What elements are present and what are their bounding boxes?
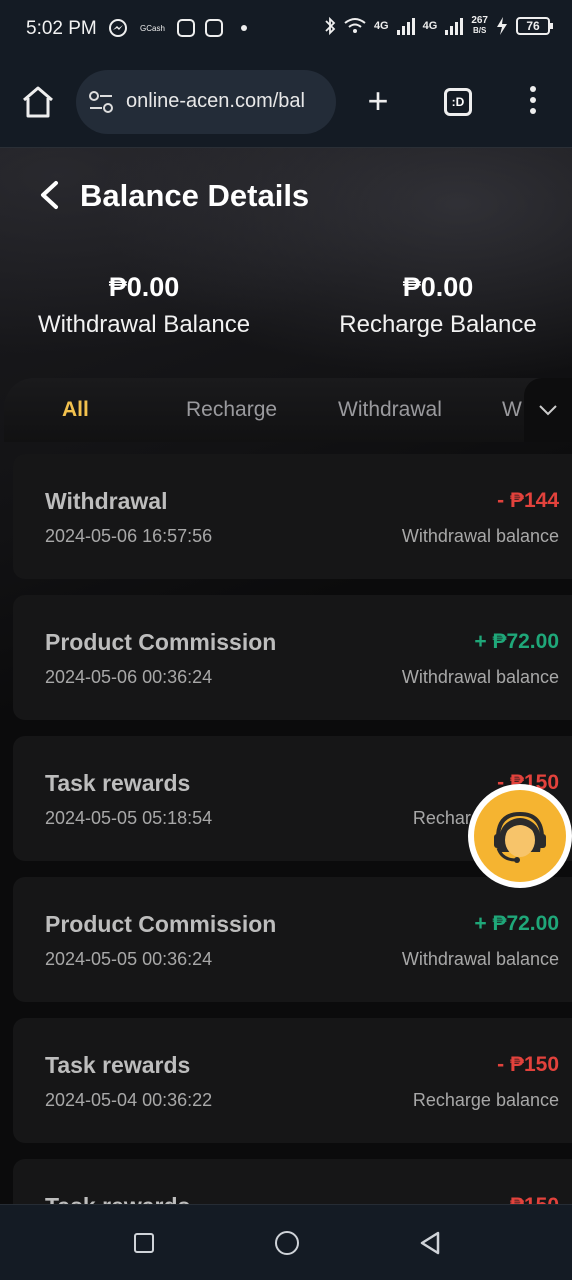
recharge-balance-amount: ₱0.00 — [402, 272, 474, 302]
transaction-date: 2024-05-05 05:18:54 — [45, 808, 213, 828]
headset-agent-icon — [494, 811, 546, 863]
transaction-amount: + ₱72.00 — [474, 912, 559, 935]
transaction-balance-type: Withdrawal balance — [401, 526, 559, 546]
site-settings-icon[interactable] — [88, 90, 114, 114]
messenger-icon — [109, 19, 127, 37]
transaction-title: Task rewards — [45, 770, 191, 796]
bluetooth-icon — [325, 16, 336, 36]
browser-menu-button[interactable] — [526, 86, 540, 118]
transaction-title: Product Commission — [45, 911, 277, 937]
customer-support-button[interactable] — [468, 784, 572, 888]
transaction-amount: - ₱150 — [497, 1053, 559, 1076]
transaction-amount: - ₱150 — [497, 1194, 559, 1204]
filter-tabs: All Recharge Withdrawal W — [4, 378, 572, 442]
tab-switcher-button[interactable]: :D — [444, 88, 472, 116]
net-speed: 267 B/S — [471, 15, 488, 36]
network-type-1: 4G — [373, 20, 389, 32]
transaction-date: 2024-05-04 00:36:22 — [45, 1090, 213, 1110]
wifi-icon — [344, 18, 366, 33]
signal-icon — [396, 17, 415, 35]
transaction-balance-type: Withdrawal balance — [401, 667, 559, 687]
recent-apps-button[interactable] — [134, 1233, 154, 1253]
transaction-date: 2024-05-05 00:36:24 — [45, 949, 213, 969]
status-bar: 5:02 PM GCash 4G 4G 267 B/S 76 — [0, 0, 572, 58]
withdrawal-balance-label: Withdrawal Balance — [37, 311, 251, 338]
system-icons: 4G 4G 267 B/S 76 — [324, 15, 553, 36]
transaction-balance-type: Recharge balance — [412, 1090, 559, 1110]
withdrawal-balance: ₱0.00 Withdrawal Balance — [14, 272, 274, 339]
transaction-row[interactable]: Task rewards - ₱150 — [13, 1159, 572, 1204]
instagram-icon-2 — [204, 19, 223, 37]
notification-icons: GCash — [108, 18, 247, 38]
browser-toolbar: online-acen.com/bal + :D — [0, 58, 572, 148]
gcash-icon: GCash — [140, 23, 165, 33]
transaction-title: Product Commission — [45, 629, 277, 655]
tab-all[interactable]: All — [62, 398, 89, 422]
transaction-title: Task rewards — [45, 1052, 191, 1078]
transaction-date: 2024-05-06 00:36:24 — [45, 667, 213, 687]
tabs-expand-button[interactable] — [524, 378, 572, 442]
page-title: Balance Details — [80, 178, 310, 213]
transaction-amount: - ₱144 — [497, 489, 559, 512]
transaction-row[interactable]: Task rewards 2024-05-04 00:36:22 - ₱150 … — [13, 1018, 572, 1143]
address-bar[interactable]: online-acen.com/bal — [76, 70, 336, 134]
signal-icon-2 — [445, 17, 464, 35]
tab-withdrawal[interactable]: Withdrawal — [338, 398, 442, 422]
back-triangle-icon[interactable] — [418, 1230, 442, 1256]
recharge-balance: ₱0.00 Recharge Balance — [308, 272, 568, 339]
transaction-amount: + ₱72.00 — [474, 630, 559, 653]
transaction-title: Task rewards — [45, 1193, 190, 1204]
more-notifications-dot — [240, 25, 247, 31]
transaction-balance-type: Withdrawal balance — [401, 949, 559, 969]
chevron-left-icon[interactable] — [36, 180, 62, 210]
status-time: 5:02 PM — [26, 18, 97, 39]
withdrawal-balance-amount: ₱0.00 — [108, 272, 180, 302]
new-tab-button[interactable]: + — [362, 82, 394, 122]
instagram-icon — [176, 19, 195, 37]
battery-icon: 76 — [516, 17, 553, 35]
balance-details-page: Balance Details ₱0.00 Withdrawal Balance… — [0, 148, 572, 1204]
home-button[interactable] — [275, 1231, 299, 1255]
network-type-2: 4G — [422, 20, 438, 32]
transaction-row[interactable]: Product Commission 2024-05-06 00:36:24 +… — [13, 595, 572, 720]
chevron-down-icon — [539, 405, 557, 416]
support-button-face — [474, 790, 566, 882]
tab-more-partial[interactable]: W — [502, 398, 522, 422]
charging-icon — [497, 17, 507, 35]
url-text: online-acen.com/bal — [126, 90, 305, 112]
tab-recharge[interactable]: Recharge — [186, 398, 277, 422]
system-navigation-bar — [0, 1204, 572, 1280]
transaction-row[interactable]: Product Commission 2024-05-05 00:36:24 +… — [13, 877, 572, 1002]
transaction-title: Withdrawal — [45, 488, 168, 514]
recharge-balance-label: Recharge Balance — [339, 311, 537, 338]
transaction-row[interactable]: Withdrawal 2024-05-06 16:57:56 - ₱144 Wi… — [13, 454, 572, 579]
home-icon[interactable] — [18, 82, 58, 122]
transaction-date: 2024-05-06 16:57:56 — [45, 526, 213, 546]
